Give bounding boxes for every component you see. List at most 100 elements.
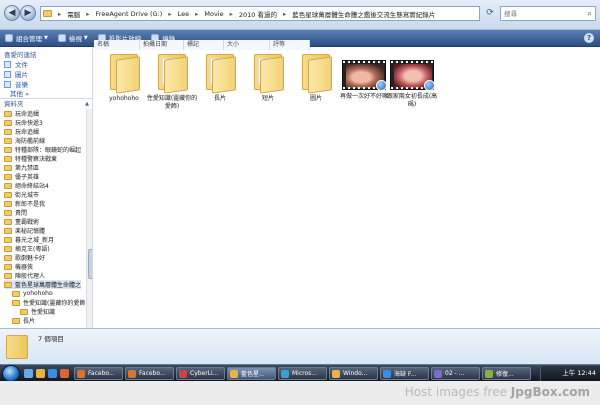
breadcrumb[interactable]: ▸ 電腦 ▸ FreeAgent Drive (G:) ▸ Lee ▸ Movie ▸ 2010 … (40, 6, 480, 21)
file-item-label: 圖片 (309, 95, 322, 102)
favorite-documents[interactable]: 文件 (4, 59, 28, 69)
explorer-window: ◀ ▶ ▸ 電腦 ▸ FreeAgent Drive (G:) ▸ Lee ▸ Movie ▸ 2… (0, 0, 600, 405)
start-button[interactable] (2, 365, 20, 382)
views-label: 檢視 (68, 35, 82, 43)
tree-item-label: 特種部隊：眼鏡蛇的崛起 (15, 147, 82, 154)
tree-item[interactable]: 優子英雄 (4, 172, 39, 181)
tree-item[interactable]: 第九禁區 (4, 163, 39, 172)
media-icon[interactable] (60, 369, 69, 378)
folder-icon (4, 110, 12, 117)
file-item[interactable]: yohohoho (98, 52, 150, 103)
app-icon (383, 369, 391, 378)
tree-item[interactable]: 新郎不是我 (4, 199, 45, 208)
organize-button[interactable]: 組合管理 ▼ (0, 32, 53, 45)
folder-icon (298, 52, 334, 94)
breadcrumb-item[interactable]: 2010 看過的 (236, 9, 280, 19)
search-input[interactable] (501, 7, 581, 20)
folder-icon (12, 299, 20, 306)
breadcrumb-item[interactable]: Lee (175, 10, 193, 18)
file-item[interactable]: 長片 (194, 52, 246, 103)
taskbar-button-label: 海缺 F... (394, 371, 417, 378)
taskbar-button[interactable]: Facebo... (125, 367, 174, 380)
explorer-icon[interactable] (36, 369, 45, 378)
breadcrumb-item[interactable]: 電腦 (64, 9, 83, 19)
system-tray[interactable]: 上午 12:44 (540, 366, 600, 381)
tree-item[interactable]: 長片 (12, 316, 35, 325)
folders-header[interactable]: 資料夾 ▲ (0, 98, 92, 108)
tree-item[interactable]: 性愛知識(靈藏你的愛飾) (12, 298, 86, 307)
tree-item[interactable]: 玩命追緝 (4, 109, 39, 118)
breadcrumb-separator-icon[interactable]: ▸ (280, 10, 289, 18)
clock[interactable]: 上午 12:44 (562, 369, 596, 377)
tree-item[interactable]: 楽秘記憶體 (4, 226, 45, 235)
tree-item-label: 貴問 (15, 210, 28, 217)
breadcrumb-separator-icon[interactable]: ▸ (227, 10, 236, 18)
tree-item[interactable]: 摘克王(粵語) (4, 244, 50, 253)
breadcrumb-item[interactable]: 藍色星球萬層體生命體之鑑後交流生態寫實紀錄片 (289, 9, 438, 19)
tree-item[interactable]: 貴問 (4, 208, 27, 217)
tree-item[interactable]: 絕命終結站4 (4, 181, 49, 190)
search-icon[interactable]: ⌕ (588, 9, 592, 19)
file-item-label: 再做一次好不好嘛 (339, 93, 388, 100)
tree-scrollbar[interactable] (86, 109, 92, 328)
taskbar-button-label: 藍色星... (241, 371, 265, 378)
taskbar-button[interactable]: Micros... (278, 367, 327, 380)
breadcrumb-separator-icon[interactable]: ▸ (192, 10, 201, 18)
breadcrumb-separator-icon[interactable]: ▸ (83, 10, 92, 18)
views-icon (57, 34, 66, 42)
tree-item[interactable]: 海防艦前線 (4, 136, 45, 145)
breadcrumb-item[interactable]: FreeAgent Drive (G:) (93, 10, 166, 18)
column-header[interactable]: 大小 (224, 40, 270, 50)
file-item[interactable]: 圖片 (290, 52, 342, 103)
browser-icon[interactable] (48, 369, 57, 378)
breadcrumb-separator-icon[interactable]: ▸ (165, 10, 174, 18)
back-button[interactable]: ◀ (4, 5, 20, 21)
folder-icon (4, 119, 12, 126)
tree-item[interactable]: 陳般代理人 (4, 271, 45, 280)
tree-item[interactable]: 玩命追緝 (4, 127, 39, 136)
tree-item[interactable]: 暮光之城_新月 (4, 235, 54, 244)
column-header[interactable]: 拍攝日期 (140, 40, 184, 50)
tree-item[interactable]: 藍色星球萬層體生命體之 (4, 280, 82, 289)
tree-item[interactable]: 玩命快遞3 (4, 118, 43, 127)
more-links[interactable]: 其他 » (10, 88, 29, 98)
scrollbar-thumb[interactable] (88, 249, 92, 279)
app-icon (230, 369, 238, 378)
tree-item-label: 董霸戰術 (15, 219, 40, 226)
breadcrumb-separator-icon[interactable]: ▸ (55, 10, 64, 18)
show-desktop-icon[interactable] (24, 369, 33, 378)
file-item[interactable]: 跟家兩女初長成(高碼) (386, 52, 438, 109)
taskbar-button[interactable]: CyberLi... (176, 367, 225, 380)
taskbar-button[interactable]: 藍色星... (227, 367, 276, 380)
tree-item[interactable]: 機器俠 (4, 262, 33, 271)
folder-icon (4, 227, 12, 234)
search-box[interactable]: ⌕ (500, 6, 596, 21)
tree-item[interactable]: 特種部隊：眼鏡蛇的崛起 (4, 145, 81, 154)
refresh-icon[interactable]: ⟳ (484, 7, 496, 19)
taskbar-button[interactable]: Windo... (329, 367, 378, 380)
file-item[interactable]: 性愛知識(靈藏你的愛飾) (146, 52, 198, 111)
tree-item[interactable]: 董霸戰術 (4, 217, 39, 226)
tree-item-label: 特種警察決戰東 (15, 156, 58, 163)
column-header[interactable]: 標記 (184, 40, 224, 50)
taskbar-button[interactable]: 修復... (482, 367, 531, 380)
taskbar-button[interactable]: 02 - ... (431, 367, 480, 380)
taskbar-button-label: CyberLi... (190, 370, 219, 377)
breadcrumb-item[interactable]: Movie (201, 10, 226, 18)
column-header[interactable]: 名稱 (94, 40, 140, 50)
tree-item[interactable]: 歌劇魅卡好 (4, 253, 45, 262)
taskbar-button[interactable]: Facebo... (74, 367, 123, 380)
file-item[interactable]: 再做一次好不好嘛 (338, 52, 390, 101)
folder-icon (154, 52, 190, 94)
tree-item[interactable]: 街光城市 (4, 190, 39, 199)
views-button[interactable]: 檢視 ▼ (53, 32, 93, 45)
forward-button[interactable]: ▶ (20, 5, 36, 21)
tree-item[interactable]: 性愛知識 (20, 307, 55, 316)
column-header[interactable]: 評等 (270, 40, 310, 50)
tree-item[interactable]: yohohoho (12, 289, 53, 298)
favorite-pictures[interactable]: 圖片 (4, 69, 28, 79)
tree-item[interactable]: 特種警察決戰東 (4, 154, 57, 163)
help-icon[interactable]: ? (584, 33, 594, 43)
taskbar-button[interactable]: 海缺 F... (380, 367, 429, 380)
file-item[interactable]: 短片 (242, 52, 294, 103)
